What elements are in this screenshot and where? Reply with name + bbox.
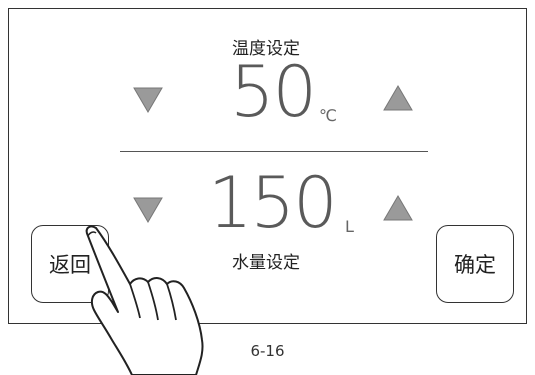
water-unit: L: [345, 217, 354, 236]
water-increase-button[interactable]: [383, 195, 413, 221]
water-value: 150: [208, 162, 338, 244]
temperature-increase-button[interactable]: [383, 85, 413, 111]
confirm-button[interactable]: 确定: [436, 225, 514, 303]
water-label: 水量设定: [232, 253, 300, 273]
triangle-down-icon: [133, 197, 163, 223]
back-button[interactable]: 返回: [31, 225, 109, 303]
temperature-value: 50: [230, 51, 317, 133]
triangle-down-icon: [133, 87, 163, 113]
page-number: 6-16: [250, 342, 285, 360]
triangle-up-icon: [383, 195, 413, 221]
back-button-label: 返回: [49, 253, 91, 277]
temperature-unit: ℃: [319, 106, 337, 125]
temperature-decrease-button[interactable]: [133, 87, 163, 113]
confirm-button-label: 确定: [454, 253, 496, 277]
triangle-up-icon: [383, 85, 413, 111]
water-decrease-button[interactable]: [133, 197, 163, 223]
divider: [120, 151, 428, 152]
